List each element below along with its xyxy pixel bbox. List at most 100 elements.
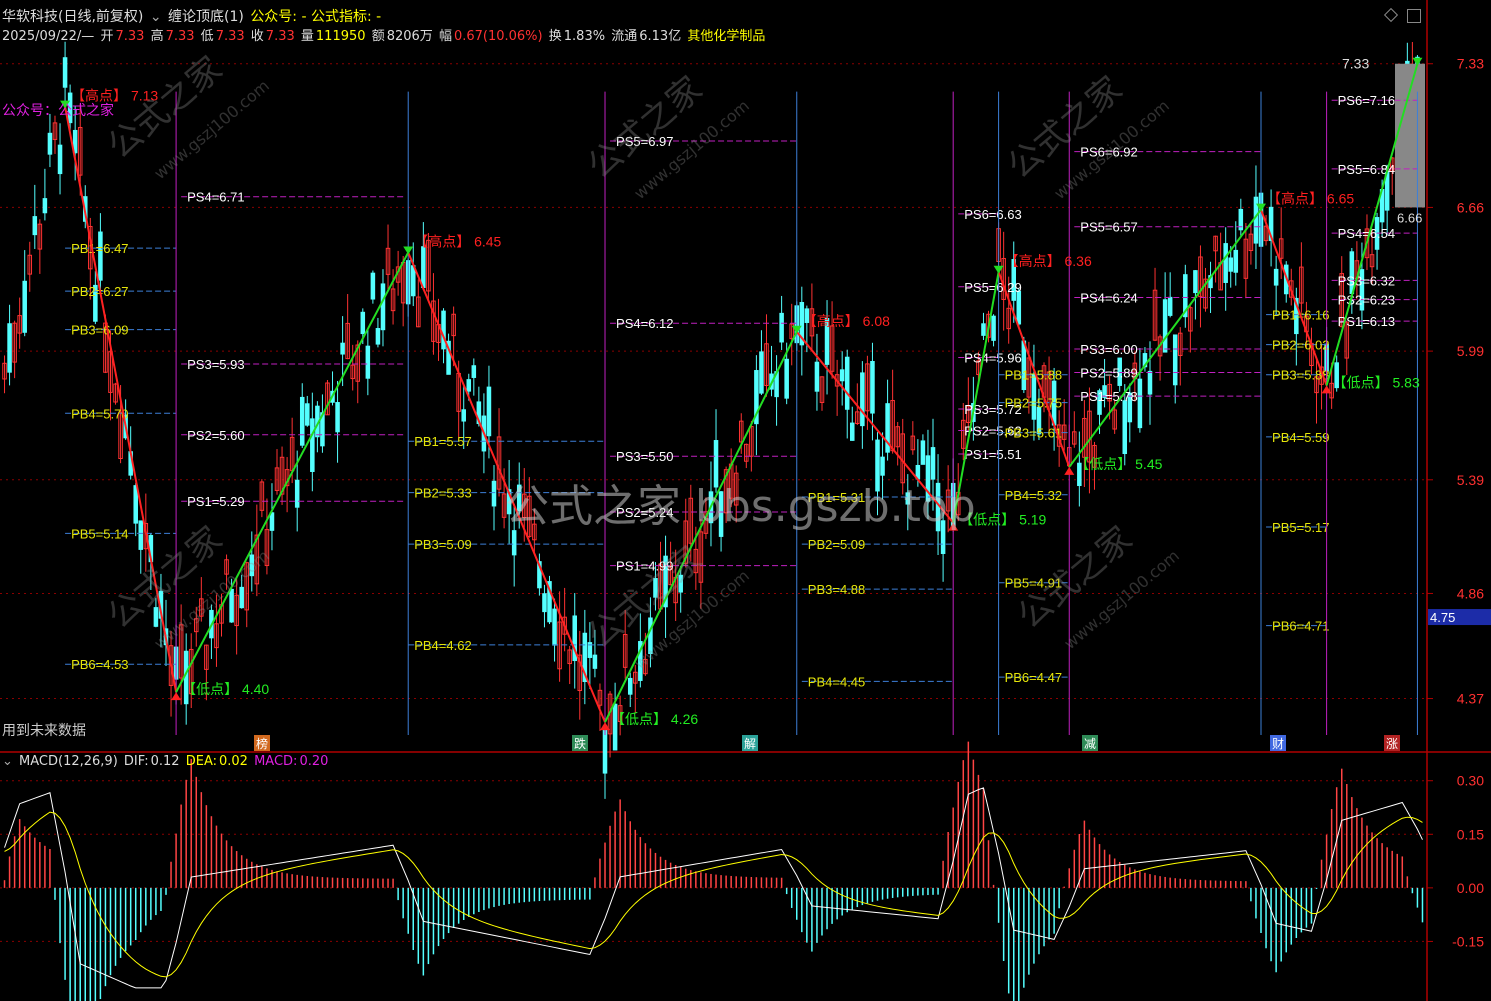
candle-body bbox=[814, 361, 820, 392]
candle-body bbox=[365, 345, 371, 379]
candle-body bbox=[920, 440, 926, 465]
candle-body bbox=[370, 272, 376, 300]
candle-body bbox=[32, 216, 38, 236]
candle-body bbox=[335, 402, 340, 433]
float-label: 流通 bbox=[611, 29, 638, 44]
indicator-title[interactable]: 缠论顶底(1) bbox=[168, 9, 244, 25]
event-marker-label: 涨 bbox=[1386, 736, 1398, 751]
candle-body bbox=[461, 409, 466, 422]
low-label: 低 bbox=[200, 29, 214, 44]
level-label: PS6=7.16 bbox=[1338, 93, 1395, 108]
candle-body bbox=[138, 520, 144, 550]
price-tick-label: 4.37 bbox=[1457, 691, 1484, 707]
candle-body bbox=[511, 530, 517, 556]
candle-body bbox=[471, 365, 477, 378]
cn-watermark: 公式之家 bbox=[100, 49, 230, 167]
window-toggle-icon[interactable] bbox=[1407, 9, 1421, 23]
chevron-down-icon[interactable]: ⌄ bbox=[150, 9, 162, 25]
open-value: 7.33 bbox=[115, 29, 145, 44]
level-label: PS4=5.96 bbox=[964, 351, 1021, 366]
candle-body bbox=[981, 323, 986, 336]
candle-body bbox=[592, 654, 598, 669]
level-label: PB2=5.75 bbox=[1005, 396, 1062, 411]
event-marker-label: 榜 bbox=[256, 736, 268, 751]
dif-label: DIF: bbox=[123, 754, 149, 769]
candle-body bbox=[310, 418, 315, 473]
candle-body bbox=[1147, 370, 1153, 395]
stock-name[interactable]: 华软科技(日线,前复权) bbox=[2, 9, 143, 25]
candle-body bbox=[850, 422, 855, 441]
low-value: 7.33 bbox=[215, 29, 245, 44]
pivot-high-label: 【高点】 6.45 bbox=[414, 233, 501, 249]
candle-body bbox=[375, 328, 381, 345]
macd-title[interactable]: MACD(12,26,9) bbox=[19, 754, 118, 769]
cn-watermark: 公式之家 bbox=[580, 69, 710, 187]
level-label: PB2=5.33 bbox=[414, 486, 471, 501]
candle-body bbox=[542, 593, 547, 613]
candle-body bbox=[1167, 296, 1173, 316]
wechat-tag: 公众号：公式之家 bbox=[2, 103, 114, 119]
dea-value: 0.02 bbox=[219, 754, 248, 769]
pivot-low-label: 【低点】 4.40 bbox=[182, 681, 269, 697]
level-label: PS2=6.23 bbox=[1338, 293, 1395, 308]
event-marker-label: 减 bbox=[1084, 737, 1096, 751]
pivot-high-arrow bbox=[403, 246, 414, 255]
dif-value: 0.12 bbox=[150, 754, 180, 769]
candle-body bbox=[839, 369, 845, 382]
candle-body bbox=[1137, 378, 1143, 429]
candle-body bbox=[552, 608, 557, 646]
level-label: PS3=5.50 bbox=[616, 449, 673, 464]
candle-body bbox=[22, 280, 27, 333]
header-row-1: 华软科技(日线,前复权) ⌄ 缠论顶底(1) 公众号: - 公式指标: - bbox=[2, 6, 383, 26]
current-price-badge-label: 4.75 bbox=[1430, 610, 1455, 625]
wechat-label: 公众号: - 公式指标: - bbox=[250, 9, 382, 25]
pivot-low-label: 【低点】 4.26 bbox=[611, 711, 698, 727]
price-tick-label: 7.33 bbox=[1457, 56, 1484, 72]
candle-body bbox=[57, 144, 63, 175]
chg-label: 幅 bbox=[438, 29, 452, 44]
candle-body bbox=[627, 677, 633, 695]
candle-body bbox=[1228, 257, 1233, 272]
high-label: 高 bbox=[150, 29, 164, 44]
level-label: PS1=5.29 bbox=[187, 494, 244, 509]
candle-body bbox=[239, 586, 244, 609]
level-label: PS4=6.71 bbox=[187, 190, 244, 205]
float-value: 6.13亿 bbox=[639, 29, 682, 44]
level-label: PS5=6.29 bbox=[964, 280, 1021, 295]
last-price-label: 7.33 bbox=[1342, 56, 1369, 72]
close-label: 收 bbox=[250, 29, 264, 44]
candle-body bbox=[7, 323, 12, 373]
candle-body bbox=[360, 311, 366, 335]
candle-body bbox=[133, 485, 138, 524]
level-label: PB4=4.45 bbox=[808, 674, 865, 689]
amount-value: 8206万 bbox=[386, 29, 433, 44]
candle-body bbox=[870, 360, 875, 414]
level-label: PB4=5.59 bbox=[1272, 430, 1329, 445]
macd-label: MACD: bbox=[254, 754, 298, 769]
pivot-low-label: 【低点】 5.83 bbox=[1333, 374, 1420, 390]
candle-body bbox=[860, 372, 865, 427]
chevron-down-icon[interactable]: ⌄ bbox=[2, 754, 13, 769]
date-label: 2025/09/22/— bbox=[2, 29, 95, 44]
vol-label: 量 bbox=[300, 29, 314, 44]
candle-body bbox=[269, 512, 275, 531]
level-label: PB4=5.70 bbox=[71, 406, 128, 421]
last-price-label-2: 6.66 bbox=[1397, 210, 1422, 225]
macd-tick-label: -0.15 bbox=[1452, 933, 1484, 949]
sector-label[interactable]: 其他化学制品 bbox=[687, 29, 765, 44]
candle-body bbox=[299, 396, 305, 446]
candle-body bbox=[421, 246, 426, 289]
price-tick-label: 4.86 bbox=[1457, 585, 1484, 601]
zigzag-segment bbox=[1068, 208, 1262, 468]
last-candle-body bbox=[1395, 63, 1425, 208]
level-label: PS3=6.32 bbox=[1338, 273, 1395, 288]
open-label: 开 bbox=[100, 29, 114, 44]
level-label: PB4=5.32 bbox=[1005, 488, 1062, 503]
level-label: PB5=5.14 bbox=[71, 526, 128, 541]
level-label: PB3=4.88 bbox=[808, 582, 865, 597]
level-label: PS1=5.78 bbox=[1080, 389, 1137, 404]
candle-body bbox=[991, 315, 996, 341]
level-label: PB6=4.71 bbox=[1272, 619, 1329, 634]
level-label: PS6=6.63 bbox=[964, 207, 1021, 222]
candle-body bbox=[42, 198, 48, 214]
